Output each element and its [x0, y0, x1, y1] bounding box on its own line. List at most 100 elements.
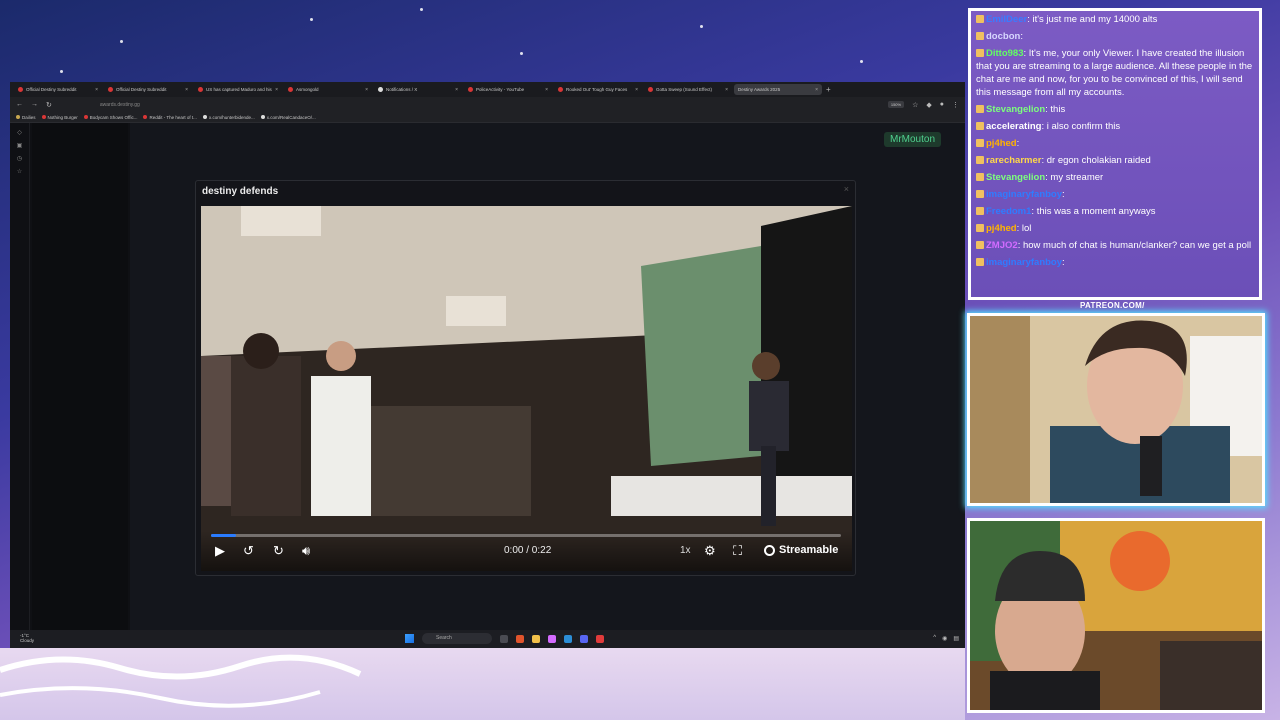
- close-icon[interactable]: ×: [844, 184, 849, 194]
- youtube-favicon-icon: [468, 87, 473, 92]
- fullscreen-icon[interactable]: ⛶: [733, 543, 742, 559]
- tab[interactable]: Notifications / X ×: [374, 84, 462, 95]
- tab[interactable]: US has captured Maduro and his ×: [194, 84, 282, 95]
- reload-icon[interactable]: ↻: [46, 101, 52, 109]
- tab[interactable]: Gotta Sweep (Sound Effect) ×: [644, 84, 732, 95]
- tab[interactable]: Rooked Out' Tough Guy Faces ×: [554, 84, 642, 95]
- chat-badge-icon: [976, 224, 984, 232]
- extension-icon[interactable]: ◆: [926, 101, 931, 109]
- chat-badge-icon: [976, 49, 984, 57]
- play-icon[interactable]: ▶: [215, 543, 225, 559]
- forward-icon[interactable]: →: [31, 101, 38, 108]
- zoom-badge[interactable]: 150%: [887, 101, 905, 108]
- tab-active[interactable]: Destiny Awards 2025 ×: [734, 84, 822, 95]
- rail-icon[interactable]: ▣: [10, 142, 29, 149]
- back-icon[interactable]: ←: [16, 101, 23, 108]
- explorer-icon[interactable]: [532, 634, 540, 643]
- bookmark-star-icon[interactable]: ☆: [912, 101, 918, 109]
- bookmark[interactable]: Reddit - The heart of t...: [143, 115, 197, 120]
- rail-icon[interactable]: ◇: [10, 129, 29, 136]
- tab[interactable]: Official Destiny Subreddit ×: [14, 84, 102, 95]
- chat-message: accelerating: i also confirm this: [971, 118, 1259, 135]
- app-icon[interactable]: [548, 634, 556, 643]
- chat-username[interactable]: imaginaryfanboy: [986, 189, 1062, 200]
- chat-username[interactable]: Stevangelion: [986, 104, 1045, 115]
- chat-username[interactable]: ZMJO2: [986, 240, 1018, 251]
- chat-username[interactable]: Stevangelion: [986, 172, 1045, 183]
- close-tab-icon[interactable]: ×: [455, 87, 458, 93]
- close-tab-icon[interactable]: ×: [185, 87, 188, 93]
- bookmark[interactable]: Dailies: [16, 115, 36, 120]
- network-icon[interactable]: ▤: [953, 635, 959, 642]
- chat-message: Stevangelion: this: [971, 101, 1259, 118]
- tab[interactable]: Official Destiny Subreddit ×: [104, 84, 192, 95]
- progress-bar[interactable]: [211, 534, 841, 537]
- rail-icon[interactable]: ☆: [10, 168, 29, 175]
- discord-icon[interactable]: [580, 634, 588, 643]
- chat-username[interactable]: rarecharmer: [986, 155, 1041, 166]
- bookmark[interactable]: Nothing Burger: [41, 115, 78, 120]
- obs-icon[interactable]: [596, 634, 604, 643]
- forward-skip-icon[interactable]: ↻: [273, 543, 284, 559]
- settings-gear-icon[interactable]: ⚙: [704, 543, 716, 559]
- side-rail: ◇ ▣ ◷ ☆: [10, 123, 30, 648]
- chat-message: EmilDeer: it's just me and my 14000 alts: [971, 11, 1259, 28]
- close-tab-icon[interactable]: ×: [725, 87, 728, 93]
- new-tab-icon[interactable]: +: [826, 85, 831, 94]
- chat-username[interactable]: accelerating: [986, 121, 1041, 132]
- chat-badge-icon: [976, 139, 984, 147]
- chat-text: lol: [1021, 223, 1032, 234]
- url-field[interactable]: awards.destiny.gg: [100, 102, 140, 108]
- bookmark[interactable]: x.com/hunterbidende...: [202, 115, 255, 120]
- video-player[interactable]: ▶ ↺ ↻ 🔊︎ 0:00 / 0:22 1x ⚙ ⛶ Streamable: [201, 206, 852, 571]
- chat-text: dr egon cholakian raided: [1046, 155, 1151, 166]
- tray-app-icon[interactable]: ◉: [942, 635, 947, 642]
- bookmark[interactable]: x.com/RealCandaceO/...: [260, 115, 316, 120]
- chat-message: imaginaryfanboy:: [971, 186, 1259, 203]
- username-tag: MrMouton: [884, 132, 942, 147]
- chat-username[interactable]: imaginaryfanboy: [986, 257, 1062, 268]
- profile-icon[interactable]: ●: [940, 101, 944, 108]
- bookmark[interactable]: Bodycam Shows Offic...: [83, 115, 137, 120]
- chat-username[interactable]: docbon: [986, 31, 1020, 42]
- chat-badge-icon: [976, 173, 984, 181]
- chat-username[interactable]: EmilDeer: [986, 14, 1027, 25]
- taskview-icon[interactable]: [500, 634, 508, 643]
- windows-start-icon[interactable]: [405, 634, 414, 643]
- volume-icon[interactable]: 🔊︎: [302, 543, 310, 559]
- taskbar-search[interactable]: Search: [422, 633, 492, 644]
- close-tab-icon[interactable]: ×: [95, 87, 98, 93]
- chat-text: this was a moment anyways: [1036, 206, 1156, 217]
- chat-message: rarecharmer: dr egon cholakian raided: [971, 152, 1259, 169]
- chat-message: imaginaryfanboy:: [971, 254, 1259, 271]
- chat-username[interactable]: Ditto983: [986, 48, 1023, 59]
- tray-chevron-icon[interactable]: ^: [933, 635, 936, 642]
- steam-icon[interactable]: [564, 634, 572, 643]
- speed-button[interactable]: 1x: [680, 545, 691, 556]
- chat-message: ZMJO2: how much of chat is human/clanker…: [971, 237, 1259, 254]
- wallpaper-swirl: [0, 654, 362, 708]
- tab[interactable]: Asmongold ×: [284, 84, 372, 95]
- webcam-guest: [967, 518, 1265, 713]
- rail-icon[interactable]: ◷: [10, 155, 29, 162]
- close-tab-icon[interactable]: ×: [365, 87, 368, 93]
- favicon-icon: [41, 115, 46, 119]
- streamable-brand[interactable]: Streamable: [764, 544, 838, 556]
- chat-message: pj4hed:: [971, 135, 1259, 152]
- webcam-feed: [970, 521, 1262, 710]
- rewind-icon[interactable]: ↺: [243, 543, 254, 559]
- brave-icon[interactable]: [516, 634, 524, 643]
- close-tab-icon[interactable]: ×: [275, 87, 278, 93]
- chat-username[interactable]: pj4hed: [986, 138, 1017, 149]
- chat-text: it's just me and my 14000 alts: [1032, 14, 1158, 25]
- chat-username[interactable]: pj4hed: [986, 223, 1017, 234]
- youtube-favicon-icon: [288, 87, 293, 92]
- chat-username[interactable]: Freedom1: [986, 206, 1031, 217]
- close-tab-icon[interactable]: ×: [815, 87, 818, 93]
- video-frame: [201, 206, 852, 571]
- close-tab-icon[interactable]: ×: [545, 87, 548, 93]
- close-tab-icon[interactable]: ×: [635, 87, 638, 93]
- menu-icon[interactable]: ⋮: [952, 101, 959, 109]
- tab[interactable]: PoliceActivity - YouTube ×: [464, 84, 552, 95]
- weather-widget[interactable]: -1°C Cloudy: [20, 633, 34, 644]
